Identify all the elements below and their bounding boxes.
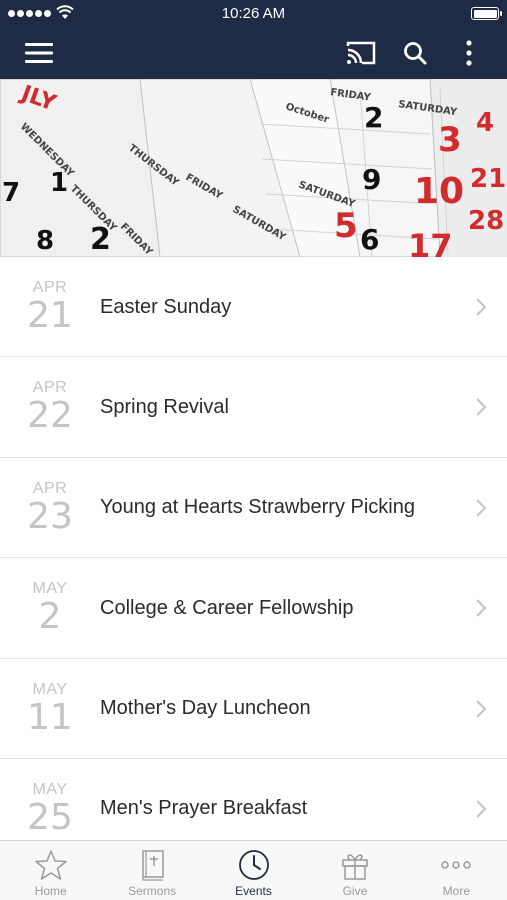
bible-icon <box>142 850 164 881</box>
event-day: 21 <box>27 295 73 336</box>
events-list: APR 21 Easter Sunday APR 22 Spring Reviv… <box>0 257 507 840</box>
search-button[interactable] <box>397 35 433 71</box>
chevron-right-icon <box>476 599 487 617</box>
bottom-tab-bar: Home Sermons Events Give More <box>0 840 507 900</box>
chevron-right-icon <box>476 699 487 718</box>
status-time: 10:26 AM <box>221 5 286 22</box>
tab-label: Sermons <box>128 884 177 898</box>
svg-text:7: 7 <box>2 178 20 208</box>
event-row[interactable]: APR 23 Young at Hearts Strawberry Pickin… <box>0 457 507 559</box>
svg-text:21: 21 <box>470 164 506 194</box>
event-title: Men's Prayer Breakfast <box>100 797 308 820</box>
tab-label: Give <box>342 884 368 898</box>
event-title: College & Career Fellowship <box>100 596 354 619</box>
event-row[interactable]: APR 22 Spring Revival <box>0 357 507 458</box>
svg-text:17: 17 <box>408 227 453 257</box>
tab-label: Events <box>235 884 272 898</box>
svg-text:5: 5 <box>334 206 358 246</box>
calendar-pages-image: FRIDAY SATURDAY October SATURDAY FRIDAY … <box>0 79 507 257</box>
hamburger-menu-icon <box>25 43 53 63</box>
tab-give[interactable]: Give <box>304 841 405 900</box>
search-icon <box>404 42 427 65</box>
svg-text:8: 8 <box>36 226 54 256</box>
star-icon <box>34 850 67 880</box>
tab-sermons[interactable]: Sermons <box>101 841 202 900</box>
chevron-right-icon <box>476 800 487 818</box>
event-day: 25 <box>27 796 73 838</box>
event-day: 11 <box>27 696 73 738</box>
event-row[interactable]: MAY 11 Mother's Day Luncheon <box>0 658 507 759</box>
event-title: Spring Revival <box>100 395 229 418</box>
event-row[interactable]: MAY 2 College & Career Fellowship <box>0 558 507 659</box>
svg-text:6: 6 <box>360 223 379 256</box>
svg-text:2: 2 <box>90 222 111 257</box>
svg-text:2: 2 <box>364 101 383 134</box>
event-date: MAY 11 <box>20 681 80 737</box>
more-options-button[interactable] <box>451 35 487 71</box>
event-date: MAY 2 <box>20 580 80 636</box>
svg-text:28: 28 <box>468 206 504 236</box>
event-title: Mother's Day Luncheon <box>100 697 311 720</box>
top-toolbar <box>0 27 507 79</box>
event-month: MAY <box>32 680 68 698</box>
vertical-ellipsis-icon <box>466 40 472 66</box>
tab-events[interactable]: Events <box>203 841 304 900</box>
gift-icon <box>342 854 368 880</box>
event-date: APR 23 <box>20 480 80 536</box>
event-day: 2 <box>38 596 62 638</box>
svg-text:1: 1 <box>50 168 68 198</box>
event-title: Easter Sunday <box>100 295 232 318</box>
event-date: MAY 25 <box>20 781 80 837</box>
svg-text:9: 9 <box>362 163 381 196</box>
tab-home[interactable]: Home <box>0 841 101 900</box>
clock-icon <box>238 850 269 880</box>
event-day: 23 <box>27 495 73 537</box>
event-row[interactable]: APR 21 Easter Sunday <box>0 257 507 358</box>
tab-label: More <box>442 884 470 898</box>
svg-text:10: 10 <box>414 171 464 212</box>
event-title: Young at Hearts Strawberry Picking <box>100 496 415 519</box>
battery-icon <box>471 7 502 20</box>
chevron-right-icon <box>476 398 487 417</box>
status-bar: 10:26 AM <box>0 0 507 27</box>
event-date: APR 22 <box>20 379 80 435</box>
hero-calendar-image: FRIDAY SATURDAY October SATURDAY FRIDAY … <box>0 79 507 257</box>
svg-text:3: 3 <box>438 120 462 160</box>
event-day: 22 <box>27 395 73 437</box>
svg-text:4: 4 <box>476 108 494 138</box>
menu-button[interactable] <box>21 35 57 71</box>
event-date: APR 21 <box>20 279 80 335</box>
ellipsis-icon <box>441 861 472 869</box>
event-row[interactable]: MAY 25 Men's Prayer Breakfast <box>0 758 507 840</box>
chevron-right-icon <box>476 499 487 517</box>
tab-more[interactable]: More <box>406 841 507 900</box>
cast-button[interactable] <box>343 35 379 71</box>
cast-icon <box>346 41 376 65</box>
chevron-right-icon <box>476 298 487 316</box>
tab-label: Home <box>34 884 67 898</box>
